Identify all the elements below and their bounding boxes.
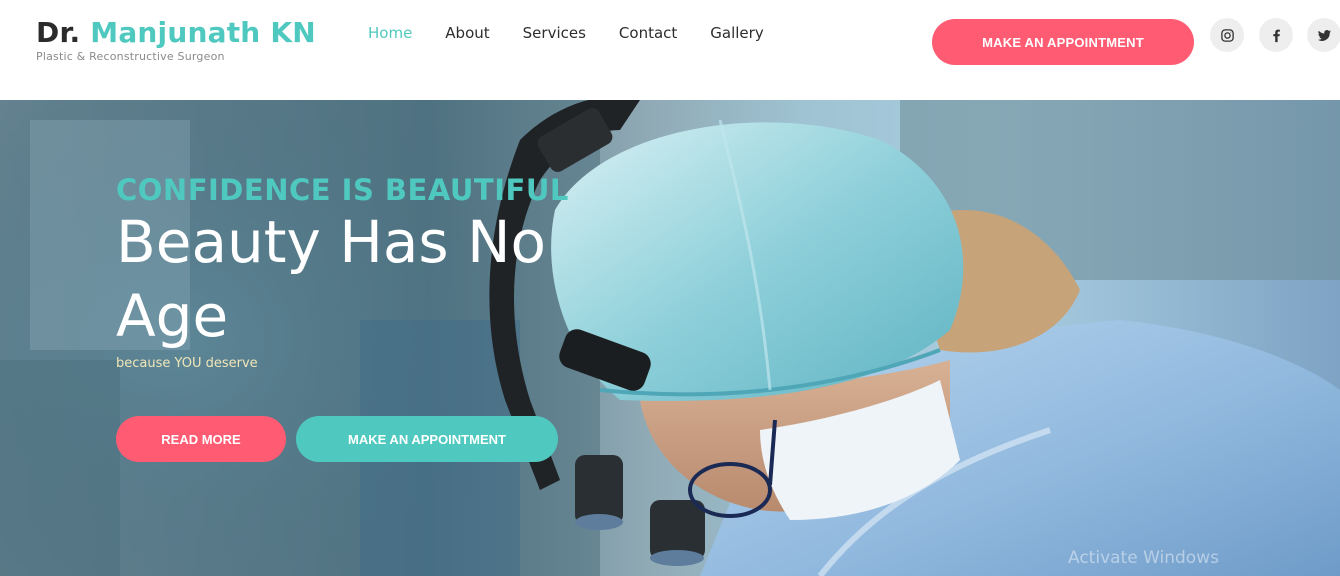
brand-prefix: Dr. [36,16,81,49]
read-more-button[interactable]: READ MORE [116,416,286,462]
hero-title: Beauty Has No Age [116,208,546,350]
hero-appointment-button[interactable]: MAKE AN APPOINTMENT [296,416,558,462]
brand-name: Manjunath KN [90,16,316,49]
instagram-icon[interactable] [1210,18,1244,52]
nav-about[interactable]: About [445,24,489,42]
nav-services[interactable]: Services [523,24,586,42]
nav-home[interactable]: Home [368,24,412,42]
nav-gallery[interactable]: Gallery [710,24,763,42]
brand-tagline: Plastic & Reconstructive Surgeon [36,50,225,63]
facebook-icon[interactable] [1259,18,1293,52]
header-appointment-button[interactable]: MAKE AN APPOINTMENT [932,19,1194,65]
brand-logo[interactable]: Dr. Manjunath KN Plastic & Reconstructiv… [36,16,316,63]
twitter-icon[interactable] [1307,18,1340,52]
hero-subtitle: because YOU deserve [116,356,258,371]
site-header: Dr. Manjunath KN Plastic & Reconstructiv… [0,0,1340,100]
brand-title: Dr. Manjunath KN [36,16,316,50]
nav-contact[interactable]: Contact [619,24,677,42]
hero-banner: CONFIDENCE IS BEAUTIFUL Beauty Has No Ag… [0,100,1340,576]
activate-windows-watermark: Activate Windows [1068,548,1219,568]
main-nav: Home About Services Contact Gallery [368,24,764,42]
hero-kicker: CONFIDENCE IS BEAUTIFUL [116,173,569,207]
